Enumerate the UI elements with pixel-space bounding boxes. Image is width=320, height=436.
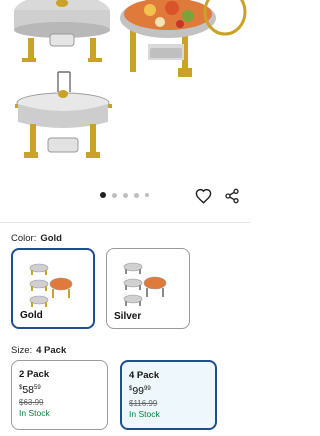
- price-currency: $: [19, 385, 23, 391]
- color-label: Color:: [11, 233, 37, 244]
- gallery-dot[interactable]: [100, 192, 106, 198]
- size-label-row: Size: 4 Pack: [11, 345, 66, 356]
- size-option-4-pack[interactable]: 4 Pack $9999 $116.99 In Stock: [120, 360, 217, 430]
- share-button[interactable]: [222, 186, 242, 206]
- gold-product-thumbnail: [29, 263, 73, 307]
- price-currency: $: [129, 386, 133, 392]
- size-label: Size:: [11, 345, 33, 356]
- size-selected-value: 4 Pack: [36, 345, 67, 356]
- pack-stock-status: In Stock: [129, 409, 160, 419]
- pack-price: $9999: [129, 385, 208, 397]
- favorite-button[interactable]: [193, 186, 213, 206]
- heart-icon: [195, 188, 211, 204]
- price-whole: 99: [132, 385, 145, 397]
- size-option-2-pack[interactable]: 2 Pack $5859 $63.99 In Stock: [11, 360, 108, 430]
- gallery-dot[interactable]: [112, 192, 117, 198]
- color-option-gold[interactable]: Gold: [11, 248, 95, 329]
- pack-was-price: $63.99: [19, 398, 44, 407]
- chafing-dish-image: [14, 0, 247, 158]
- pack-title: 2 Pack: [19, 369, 50, 380]
- share-icon: [225, 188, 239, 204]
- color-selected-value: Gold: [40, 233, 62, 244]
- pack-was-price: $116.99: [129, 399, 158, 408]
- color-option-silver-label: Silver: [114, 311, 142, 322]
- color-option-silver[interactable]: Silver: [106, 248, 190, 329]
- pack-price: $5859: [19, 384, 100, 396]
- price-whole: 58: [22, 384, 35, 396]
- pack-stock-status: In Stock: [19, 408, 50, 418]
- silver-product-thumbnail: [123, 262, 167, 306]
- color-label-row: Color: Gold: [11, 233, 62, 244]
- price-cents: 59: [34, 385, 41, 391]
- gallery-dot[interactable]: [123, 192, 128, 198]
- gallery-dot[interactable]: [145, 193, 149, 197]
- gallery-pagination[interactable]: [100, 192, 149, 198]
- price-cents: 99: [144, 386, 151, 392]
- pack-title: 4 Pack: [129, 370, 160, 381]
- product-image-gallery[interactable]: [0, 0, 250, 222]
- section-divider: [0, 222, 250, 223]
- color-option-gold-label: Gold: [20, 310, 43, 321]
- gallery-dot[interactable]: [134, 192, 139, 198]
